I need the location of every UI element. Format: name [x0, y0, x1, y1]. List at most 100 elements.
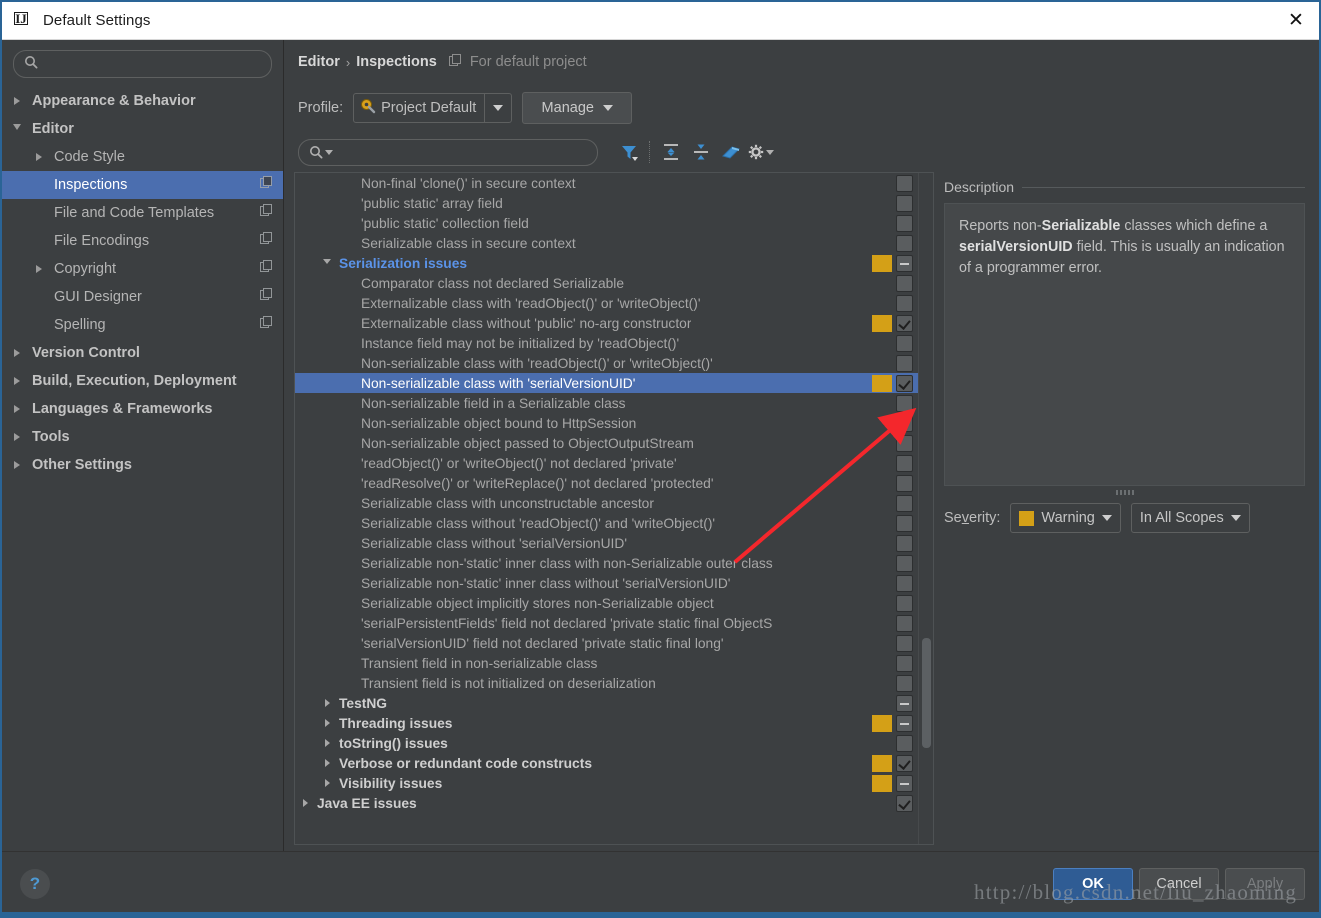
inspection-row[interactable]: Serializable object implicitly stores no…: [295, 593, 918, 613]
inspection-checkbox[interactable]: [896, 434, 913, 452]
inspection-checkbox[interactable]: [896, 694, 913, 712]
inspection-row[interactable]: Non-final 'clone()' in secure context: [295, 173, 918, 193]
help-button[interactable]: ?: [20, 869, 50, 899]
inspection-group-row[interactable]: Visibility issues: [295, 773, 918, 793]
chevron-right-icon[interactable]: [321, 779, 333, 787]
inspection-group-row[interactable]: Java EE issues: [295, 793, 918, 813]
scrollbar-thumb[interactable]: [922, 638, 931, 748]
sidebar-item-editor[interactable]: Editor: [2, 115, 283, 143]
chevron-right-icon[interactable]: [10, 87, 24, 115]
inspection-row[interactable]: 'readObject()' or 'writeObject()' not de…: [295, 453, 918, 473]
sidebar-item-appearance-behavior[interactable]: Appearance & Behavior: [2, 87, 283, 115]
chevron-right-icon[interactable]: [10, 367, 24, 395]
inspection-row[interactable]: Non-serializable class with 'readObject(…: [295, 353, 918, 373]
chevron-right-icon[interactable]: [10, 395, 24, 423]
inspection-checkbox[interactable]: [896, 174, 913, 192]
inspection-search-box[interactable]: [298, 138, 598, 166]
search-box[interactable]: [13, 50, 272, 78]
inspection-group-row[interactable]: Threading issues: [295, 713, 918, 733]
inspection-checkbox[interactable]: [896, 534, 913, 552]
inspection-checkbox[interactable]: [896, 594, 913, 612]
inspection-checkbox[interactable]: [896, 734, 913, 752]
inspection-checkbox[interactable]: [896, 714, 913, 732]
inspection-row[interactable]: Serializable class without 'readObject()…: [295, 513, 918, 533]
inspection-group-row[interactable]: TestNG: [295, 693, 918, 713]
filter-icon[interactable]: [614, 138, 644, 166]
sidebar-item-tools[interactable]: Tools: [2, 423, 283, 451]
severity-select[interactable]: Warning: [1010, 503, 1121, 533]
chevron-right-icon[interactable]: [321, 699, 333, 707]
close-icon[interactable]: ✕: [1273, 3, 1319, 39]
inspection-row[interactable]: Serializable non-'static' inner class wi…: [295, 573, 918, 593]
inspection-row[interactable]: Serializable non-'static' inner class wi…: [295, 553, 918, 573]
inspection-row[interactable]: Comparator class not declared Serializab…: [295, 273, 918, 293]
inspection-row[interactable]: Instance field may not be initialized by…: [295, 333, 918, 353]
breadcrumb-root[interactable]: Editor: [298, 54, 340, 70]
inspection-row[interactable]: Transient field is not initialized on de…: [295, 673, 918, 693]
inspection-row[interactable]: Serializable class with unconstructable …: [295, 493, 918, 513]
sidebar-item-gui-designer[interactable]: GUI Designer: [2, 283, 283, 311]
inspection-row[interactable]: 'public static' collection field: [295, 213, 918, 233]
gear-icon[interactable]: [746, 138, 776, 166]
inspection-checkbox[interactable]: [896, 274, 913, 292]
inspection-checkbox[interactable]: [896, 254, 913, 272]
sidebar-item-build-execution-deployment[interactable]: Build, Execution, Deployment: [2, 367, 283, 395]
inspection-row[interactable]: Externalizable class with 'readObject()'…: [295, 293, 918, 313]
sidebar-item-version-control[interactable]: Version Control: [2, 339, 283, 367]
sidebar-item-file-encodings[interactable]: File Encodings: [2, 227, 283, 255]
expand-all-icon[interactable]: [656, 138, 686, 166]
inspection-row[interactable]: Non-serializable field in a Serializable…: [295, 393, 918, 413]
chevron-right-icon[interactable]: [321, 759, 333, 767]
sidebar-item-inspections[interactable]: Inspections: [2, 171, 283, 199]
ok-button[interactable]: OK: [1053, 868, 1133, 900]
manage-button[interactable]: Manage: [522, 92, 633, 124]
inspection-checkbox[interactable]: [896, 334, 913, 352]
inspection-checkbox[interactable]: [896, 674, 913, 692]
inspection-group-row[interactable]: Serialization issues: [295, 253, 918, 273]
inspection-row[interactable]: Transient field in non-serializable clas…: [295, 653, 918, 673]
chevron-right-icon[interactable]: [10, 339, 24, 367]
inspection-row[interactable]: 'serialVersionUID' field not declared 'p…: [295, 633, 918, 653]
search-input[interactable]: [44, 55, 261, 73]
inspection-row[interactable]: 'readResolve()' or 'writeReplace()' not …: [295, 473, 918, 493]
inspection-checkbox[interactable]: [896, 474, 913, 492]
inspection-checkbox[interactable]: [896, 314, 913, 332]
inspection-checkbox[interactable]: [896, 414, 913, 432]
sidebar-item-file-and-code-templates[interactable]: File and Code Templates: [2, 199, 283, 227]
reset-eraser-icon[interactable]: [716, 138, 746, 166]
inspection-checkbox[interactable]: [896, 654, 913, 672]
profile-select[interactable]: Project Default: [353, 93, 513, 123]
sidebar-item-copyright[interactable]: Copyright: [2, 255, 283, 283]
inspection-row[interactable]: 'public static' array field: [295, 193, 918, 213]
inspection-checkbox[interactable]: [896, 494, 913, 512]
inspection-checkbox[interactable]: [896, 214, 913, 232]
inspection-checkbox[interactable]: [896, 194, 913, 212]
splitter-handle[interactable]: [944, 486, 1305, 498]
inspection-checkbox[interactable]: [896, 774, 913, 792]
inspection-checkbox[interactable]: [896, 794, 913, 812]
inspection-list-scrollbar[interactable]: [918, 173, 933, 844]
sidebar-item-other-settings[interactable]: Other Settings: [2, 451, 283, 479]
inspection-row[interactable]: Serializable class in secure context: [295, 233, 918, 253]
inspection-checkbox[interactable]: [896, 294, 913, 312]
inspection-checkbox[interactable]: [896, 514, 913, 532]
chevron-right-icon[interactable]: [321, 739, 333, 747]
inspection-checkbox[interactable]: [896, 374, 913, 392]
chevron-right-icon[interactable]: [10, 451, 24, 479]
chevron-down-icon[interactable]: [10, 115, 24, 143]
chevron-right-icon[interactable]: [299, 799, 311, 807]
inspection-group-row[interactable]: Verbose or redundant code constructs: [295, 753, 918, 773]
chevron-down-icon[interactable]: [484, 94, 511, 122]
chevron-right-icon[interactable]: [32, 255, 46, 283]
chevron-right-icon[interactable]: [321, 719, 333, 727]
chevron-right-icon[interactable]: [10, 423, 24, 451]
inspection-row[interactable]: Externalizable class without 'public' no…: [295, 313, 918, 333]
inspection-checkbox[interactable]: [896, 554, 913, 572]
inspection-checkbox[interactable]: [896, 234, 913, 252]
inspection-checkbox[interactable]: [896, 614, 913, 632]
inspection-checkbox[interactable]: [896, 454, 913, 472]
inspection-row[interactable]: Non-serializable class with 'serialVersi…: [295, 373, 918, 393]
inspection-group-row[interactable]: toString() issues: [295, 733, 918, 753]
cancel-button[interactable]: Cancel: [1139, 868, 1219, 900]
inspection-row[interactable]: Serializable class without 'serialVersio…: [295, 533, 918, 553]
